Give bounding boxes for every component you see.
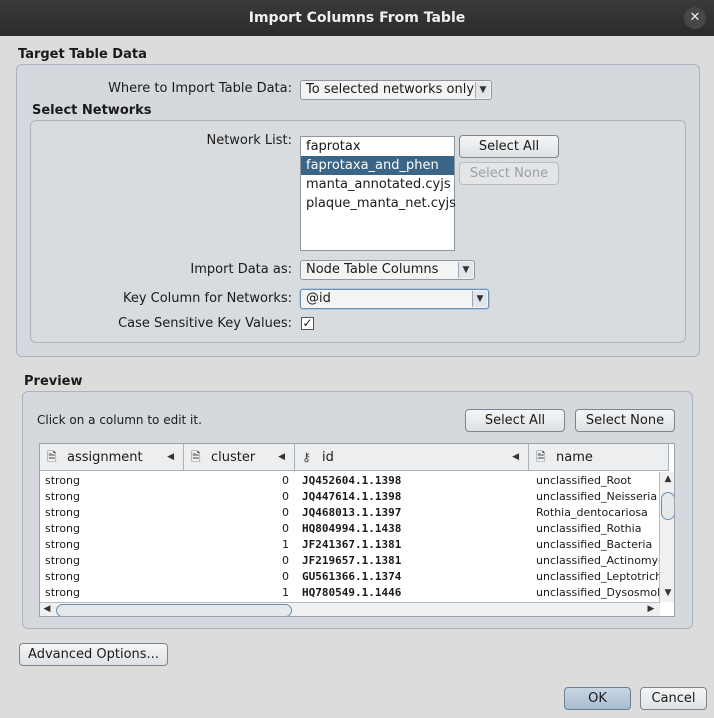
table-cell-assignment: strong — [45, 474, 81, 487]
table-cell-cluster: 1 — [282, 586, 289, 599]
preview-hint: Click on a column to edit it. — [37, 413, 202, 427]
table-cell-cluster: 0 — [282, 554, 289, 567]
table-cell-assignment: strong — [45, 538, 81, 551]
horizontal-scroll-thumb[interactable] — [56, 604, 292, 616]
target-table-data-title: Target Table Data — [18, 47, 147, 62]
import-data-as-value: Node Table Columns — [306, 262, 439, 277]
table-cell-assignment: strong — [45, 490, 81, 503]
close-icon: ✕ — [689, 10, 701, 25]
document-icon: 🗎 — [536, 450, 546, 464]
chevron-down-icon: ▼ — [472, 291, 487, 307]
table-cell-cluster: 0 — [282, 506, 289, 519]
scroll-left-icon[interactable]: ◀ — [42, 604, 52, 614]
table-cell-id: HQ780549.1.1446 — [302, 586, 402, 599]
network-list-label: Network List: — [206, 133, 292, 148]
scroll-right-icon[interactable]: ▶ — [646, 604, 656, 614]
chevron-down-icon: ▼ — [475, 82, 490, 98]
select-all-networks-button[interactable]: Select All — [459, 135, 559, 158]
close-button[interactable]: ✕ — [684, 7, 706, 29]
cancel-button[interactable]: Cancel — [640, 687, 707, 710]
horizontal-scrollbar[interactable]: ◀ ▶ — [40, 602, 660, 616]
import-data-as-select[interactable]: Node Table Columns ▼ — [300, 260, 475, 280]
table-cell-cluster: 1 — [282, 538, 289, 551]
vertical-scrollbar[interactable]: ▲ ▼ — [659, 472, 674, 602]
sort-arrow-icon: ◀ — [512, 452, 519, 462]
table-cell-id: HQ804994.1.1438 — [302, 522, 402, 535]
table-cell-cluster: 0 — [282, 570, 289, 583]
column-header-assignment[interactable]: 🗎 assignment ◀ — [40, 444, 184, 471]
key-column-value: @id — [306, 291, 331, 306]
table-cell-cluster: 0 — [282, 474, 289, 487]
column-header-cluster[interactable]: 🗎 cluster ◀ — [184, 444, 295, 471]
where-to-import-label: Where to Import Table Data: — [108, 81, 292, 96]
where-to-import-value: To selected networks only — [306, 82, 475, 97]
network-list-item[interactable]: plaque_manta_net.cyjs — [301, 194, 456, 213]
preview-title: Preview — [24, 374, 83, 389]
scroll-down-icon[interactable]: ▼ — [663, 588, 673, 598]
document-icon: 🗎 — [191, 450, 201, 464]
select-networks-title: Select Networks — [32, 103, 152, 118]
table-cell-assignment: strong — [45, 506, 81, 519]
table-cell-assignment: strong — [45, 586, 81, 599]
advanced-options-button[interactable]: Advanced Options... — [19, 643, 168, 666]
table-cell-name: unclassified_Bacteria — [536, 538, 653, 551]
table-cell-id: JQ468013.1.1397 — [302, 506, 402, 519]
vertical-scroll-thumb[interactable] — [661, 492, 674, 520]
key-column-label: Key Column for Networks: — [122, 291, 292, 306]
table-cell-name: unclassified_Root — [536, 474, 632, 487]
table-cell-name: unclassified_Actinomyces — [536, 554, 659, 567]
ok-button[interactable]: OK — [564, 687, 631, 710]
dialog-title-bar: Import Columns From Table ✕ — [0, 0, 714, 36]
table-cell-name: unclassified_Dysosmobacter — [536, 586, 659, 599]
column-header-label: id — [322, 450, 334, 465]
network-list-item[interactable]: manta_annotated.cyjs — [301, 175, 454, 194]
document-icon: 🗎 — [47, 450, 57, 464]
table-cell-id: JF241367.1.1381 — [302, 538, 402, 551]
column-header-label: name — [556, 450, 593, 465]
case-sensitive-label: Case Sensitive Key Values: — [118, 316, 292, 331]
table-cell-name: unclassified_Leptotrichia — [536, 570, 659, 583]
table-cell-id: GU561366.1.1374 — [302, 570, 402, 583]
where-to-import-select[interactable]: To selected networks only ▼ — [300, 80, 492, 100]
select-none-networks-button[interactable]: Select None — [459, 162, 559, 185]
table-cell-cluster: 0 — [282, 522, 289, 535]
column-header-name[interactable]: 🗎 name — [529, 444, 669, 471]
network-list-item[interactable]: faprotax — [301, 137, 454, 156]
import-data-as-label: Import Data as: — [190, 262, 292, 277]
key-icon: ⚷ — [302, 450, 311, 464]
network-list-item[interactable]: faprotaxa_and_phen — [301, 156, 454, 175]
column-header-label: cluster — [211, 450, 256, 465]
table-cell-cluster: 0 — [282, 490, 289, 503]
column-header-id[interactable]: ⚷ id ◀ — [295, 444, 529, 471]
preview-select-none-button[interactable]: Select None — [575, 409, 675, 432]
sort-arrow-icon: ◀ — [167, 452, 174, 462]
table-cell-assignment: strong — [45, 554, 81, 567]
table-cell-name: Rothia_dentocariosa — [536, 506, 648, 519]
key-column-select[interactable]: @id ▼ — [300, 289, 489, 309]
column-header-label: assignment — [67, 450, 143, 465]
checkmark-icon: ✓ — [302, 316, 313, 330]
case-sensitive-checkbox[interactable]: ✓ — [301, 317, 314, 330]
preview-select-all-button[interactable]: Select All — [465, 409, 565, 432]
dialog-title: Import Columns From Table — [248, 10, 466, 26]
table-cell-assignment: strong — [45, 522, 81, 535]
table-cell-assignment: strong — [45, 570, 81, 583]
sort-arrow-icon: ◀ — [278, 452, 285, 462]
preview-table: 🗎 assignment ◀ 🗎 cluster ◀ ⚷ id ◀ 🗎 name strong 0 JQ… — [39, 443, 675, 617]
chevron-down-icon: ▼ — [458, 262, 473, 278]
table-cell-name: unclassified_Neisseria — [536, 490, 658, 503]
network-list[interactable]: faprotax faprotaxa_and_phen manta_annotate… — [300, 136, 456, 251]
scroll-up-icon[interactable]: ▲ — [663, 474, 673, 484]
table-cell-id: JQ452604.1.1398 — [302, 474, 402, 487]
table-cell-id: JQ447614.1.1398 — [302, 490, 402, 503]
table-cell-name: unclassified_Rothia — [536, 522, 642, 535]
table-cell-id: JF219657.1.1381 — [302, 554, 402, 567]
